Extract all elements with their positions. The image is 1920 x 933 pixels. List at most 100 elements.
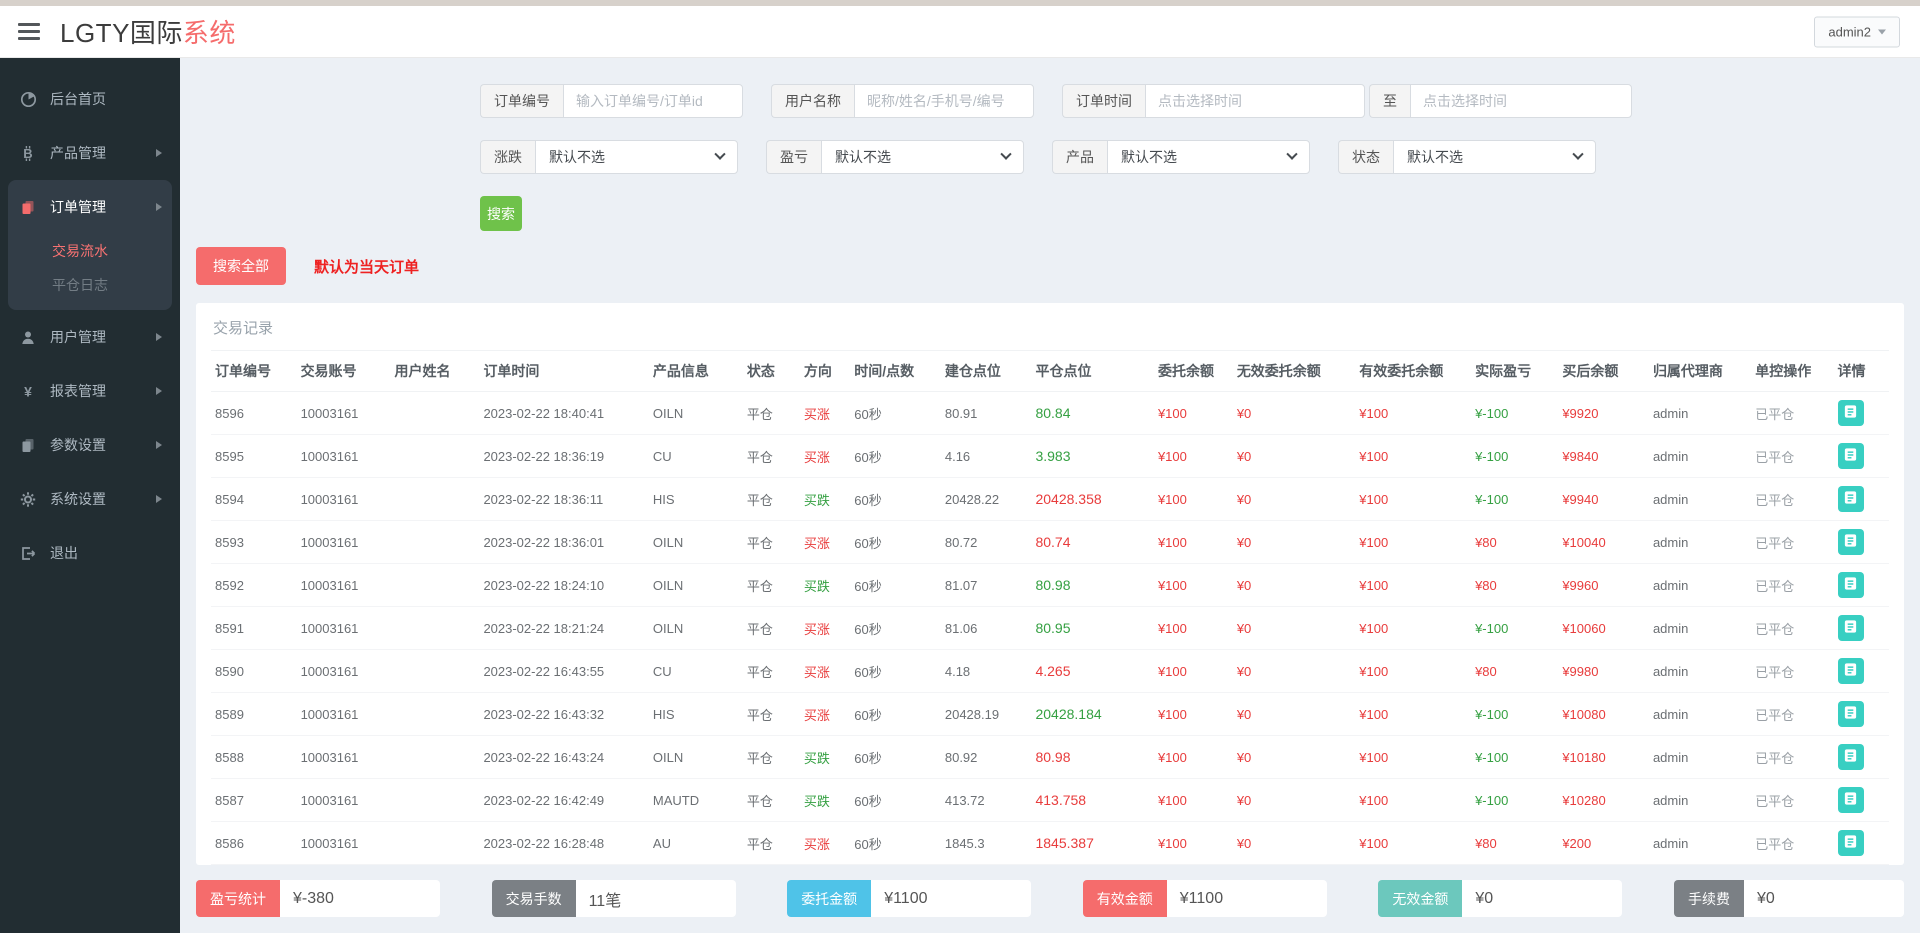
order-time-start-input[interactable] [1145, 84, 1365, 118]
cell-control: 已平仓 [1751, 392, 1833, 435]
sidebar-subitem-label: 交易流水 [52, 241, 108, 261]
status-select[interactable]: 默认不选 [1393, 140, 1596, 174]
column-header: 有效委托余额 [1355, 351, 1471, 392]
sidebar-subitem-close-log[interactable]: 平仓日志 [8, 268, 172, 302]
column-header: 交易账号 [297, 351, 391, 392]
detail-button[interactable] [1838, 400, 1864, 426]
chevron-right-icon [156, 441, 162, 449]
yen-icon: ¥ [18, 383, 38, 400]
sidebar-item-home[interactable]: 后台首页 [0, 72, 180, 126]
cell-product: OILN [649, 392, 743, 435]
profit-select[interactable]: 默认不选 [821, 140, 1024, 174]
sidebar: 后台首页B产品管理订单管理交易流水平仓日志用户管理 ¥ 报表管理参数设置系统设置退出 [0, 58, 180, 933]
column-header: 归属代理商 [1649, 351, 1751, 392]
cell-profit: ¥-100 [1471, 607, 1558, 650]
actions-row: 搜索全部 默认为当天订单 [196, 247, 1904, 285]
cell-time: 2023-02-22 16:43:24 [479, 736, 648, 779]
chevron-right-icon [156, 333, 162, 341]
detail-button[interactable] [1838, 486, 1864, 512]
menu-toggle-icon[interactable] [14, 19, 44, 44]
cell-invalid-entrust: ¥0 [1233, 779, 1355, 822]
cell-account: 10003161 [297, 435, 391, 478]
detail-button[interactable] [1838, 658, 1864, 684]
cell-entrust: ¥100 [1154, 693, 1233, 736]
cell-duration: 60秒 [850, 478, 941, 521]
cell-time: 2023-02-22 18:40:41 [479, 392, 648, 435]
panel-title: 交易记录 [211, 303, 1889, 350]
detail-button[interactable] [1838, 744, 1864, 770]
cell-user-name [391, 521, 480, 564]
order-no-input[interactable] [563, 84, 743, 118]
cell-invalid-entrust: ¥0 [1233, 478, 1355, 521]
cell-entrust: ¥100 [1154, 736, 1233, 779]
search-all-button[interactable]: 搜索全部 [196, 247, 286, 285]
cell-profit: ¥80 [1471, 650, 1558, 693]
cell-open-point: 80.72 [941, 521, 1032, 564]
cell-open-point: 20428.22 [941, 478, 1032, 521]
main-content: 订单编号 用户名称 订单时间 至 涨跌 [180, 58, 1920, 933]
cell-valid-entrust: ¥100 [1355, 564, 1471, 607]
chevron-right-icon [156, 387, 162, 395]
sidebar-item-users[interactable]: 用户管理 [0, 310, 180, 364]
summary-stat-valid-amount: 有效金额¥1100 [1083, 880, 1327, 917]
table-row: 8594100031612023-02-22 18:36:11HIS平仓买跌60… [211, 478, 1889, 521]
detail-button[interactable] [1838, 787, 1864, 813]
sidebar-item-system[interactable]: 系统设置 [0, 472, 180, 526]
detail-button[interactable] [1838, 572, 1864, 598]
cell-status: 平仓 [743, 779, 800, 822]
sidebar-item-parameters[interactable]: 参数设置 [0, 418, 180, 472]
cell-duration: 60秒 [850, 736, 941, 779]
detail-button[interactable] [1838, 529, 1864, 555]
filter-status: 状态 默认不选 [1338, 140, 1596, 174]
cell-detail [1834, 607, 1890, 650]
detail-form-icon [1843, 662, 1858, 680]
detail-button[interactable] [1838, 443, 1864, 469]
app-header: LGTY国际系统 admin2 [0, 6, 1920, 58]
chevron-down-icon [1572, 149, 1583, 160]
sidebar-item-products[interactable]: B产品管理 [0, 126, 180, 180]
cell-close-point: 1845.387 [1031, 822, 1153, 865]
detail-button[interactable] [1838, 830, 1864, 856]
cell-duration: 60秒 [850, 822, 941, 865]
cell-control: 已平仓 [1751, 779, 1833, 822]
filter-status-label: 状态 [1338, 140, 1393, 174]
cell-entrust: ¥100 [1154, 822, 1233, 865]
sidebar-item-label: 报表管理 [50, 381, 106, 401]
cell-entrust: ¥100 [1154, 392, 1233, 435]
cell-close-point: 80.95 [1031, 607, 1153, 650]
cell-order-no: 8596 [211, 392, 297, 435]
cell-entrust: ¥100 [1154, 435, 1233, 478]
cell-time: 2023-02-22 18:24:10 [479, 564, 648, 607]
updown-select[interactable]: 默认不选 [535, 140, 738, 174]
cell-after-balance: ¥10180 [1558, 736, 1649, 779]
cell-status: 平仓 [743, 564, 800, 607]
cell-open-point: 80.91 [941, 392, 1032, 435]
cell-profit: ¥80 [1471, 564, 1558, 607]
cell-agent: admin [1649, 822, 1751, 865]
product-select[interactable]: 默认不选 [1107, 140, 1310, 174]
table-row: 8587100031612023-02-22 16:42:49MAUTD平仓买跌… [211, 779, 1889, 822]
cell-direction: 买涨 [800, 822, 850, 865]
cell-close-point: 3.983 [1031, 435, 1153, 478]
cell-open-point: 1845.3 [941, 822, 1032, 865]
sidebar-subitem-trade-flow[interactable]: 交易流水 [8, 234, 172, 268]
cell-after-balance: ¥10280 [1558, 779, 1649, 822]
cell-user-name [391, 693, 480, 736]
detail-button[interactable] [1838, 615, 1864, 641]
user-menu-button[interactable]: admin2 [1814, 16, 1900, 47]
sidebar-item-reports[interactable]: ¥ 报表管理 [0, 364, 180, 418]
column-header: 实际盈亏 [1471, 351, 1558, 392]
cell-product: CU [649, 435, 743, 478]
user-name-input[interactable] [854, 84, 1034, 118]
detail-button[interactable] [1838, 701, 1864, 727]
sidebar-item-logout[interactable]: 退出 [0, 526, 180, 580]
search-button[interactable]: 搜索 [480, 196, 522, 231]
cell-order-no: 8591 [211, 607, 297, 650]
gear-icon [18, 491, 38, 508]
dashboard-icon [18, 91, 38, 108]
sidebar-item-orders[interactable]: 订单管理 [8, 180, 172, 234]
cell-close-point: 20428.184 [1031, 693, 1153, 736]
order-time-end-input[interactable] [1410, 84, 1632, 118]
cell-direction: 买涨 [800, 607, 850, 650]
cell-control: 已平仓 [1751, 564, 1833, 607]
